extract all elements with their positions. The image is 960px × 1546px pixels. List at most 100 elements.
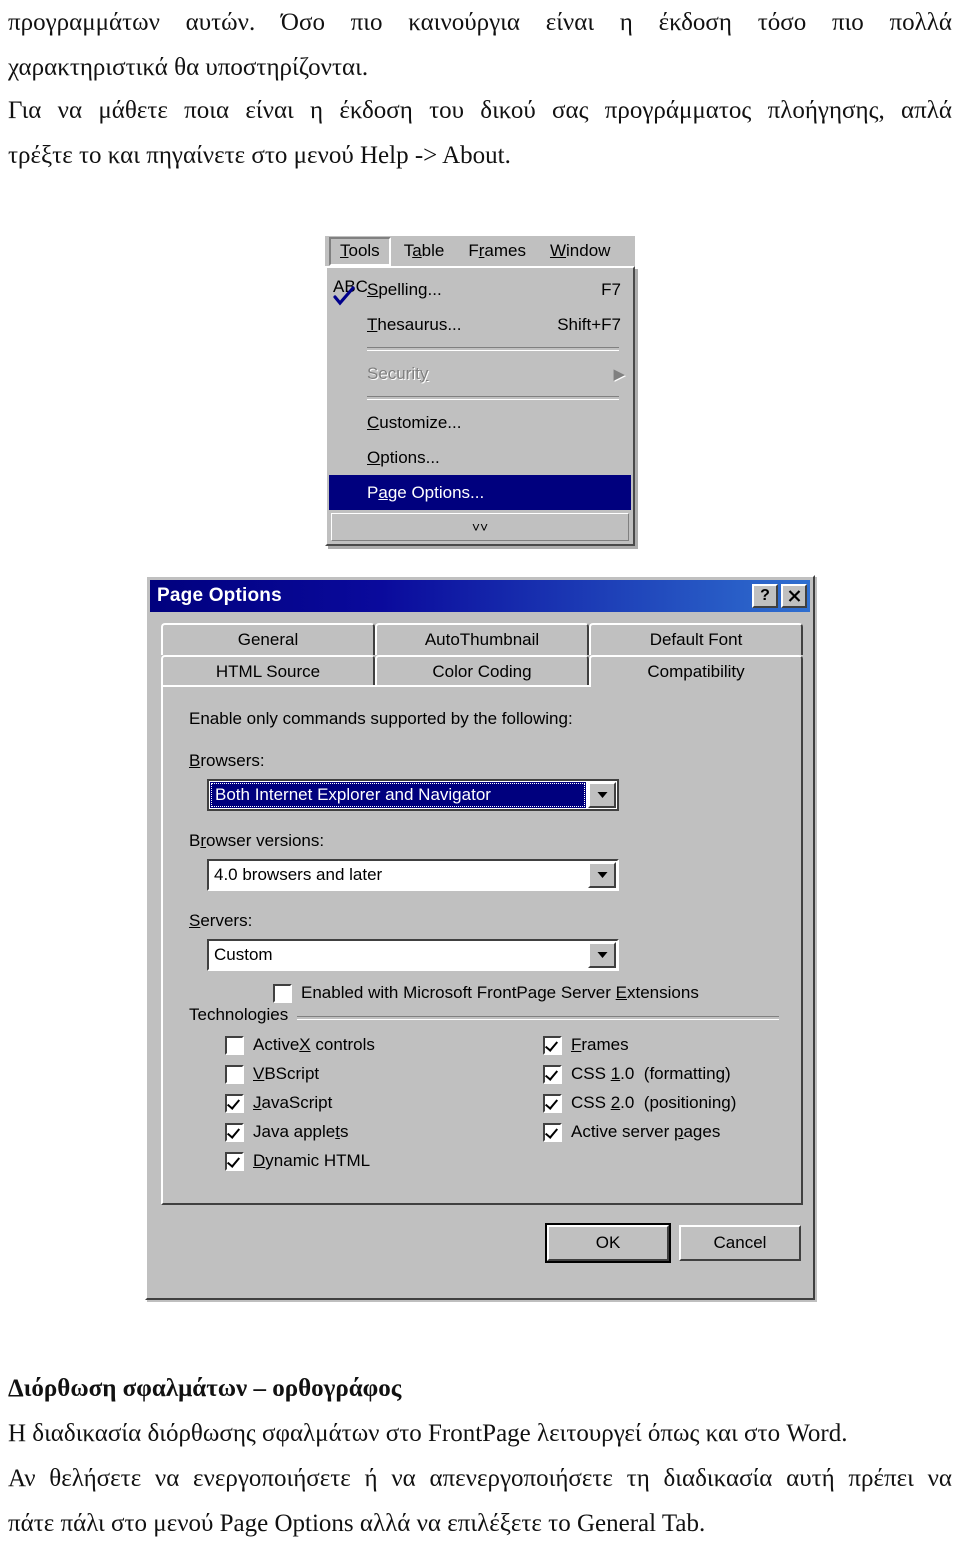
menu-expand-button[interactable]: ˅˅ [331, 513, 629, 541]
menu-item-spelling[interactable]: ABC Spelling... F7 [329, 272, 631, 307]
submenu-arrow-icon: ▶ [613, 365, 625, 383]
dynamic-html-checkbox[interactable] [225, 1151, 244, 1171]
menu-item-security-icon-slot [333, 361, 367, 387]
bottom-line-3: πάτε πάλι στο μενού Page Options αλλά να… [8, 1510, 706, 1537]
browser-versions-combobox[interactable]: 4.0 browsers and later [207, 859, 619, 891]
vbscript-checkbox[interactable] [225, 1064, 244, 1084]
menu-item-thesaurus-icon-slot [333, 312, 367, 338]
servers-combobox[interactable]: Custom [207, 939, 619, 971]
browsers-combobox-value: Both Internet Explorer and Navigator [210, 782, 586, 808]
menu-item-customize-label: Customize... [367, 412, 462, 432]
chevron-down-icon[interactable] [588, 942, 616, 968]
browser-versions-label: Browser versions: [189, 831, 325, 850]
menubar-item-frames[interactable]: Frames [457, 237, 537, 266]
menubar-item-tools-label-rest: ools [348, 240, 380, 260]
intro-line-1: προγραμμάτων αυτών. Όσο πιο καινούργια ε… [8, 9, 952, 36]
vbscript-label: VBScript [253, 1064, 320, 1083]
menu-item-spelling-shortcut: F7 [601, 279, 621, 299]
active-server-pages-checkbox[interactable] [543, 1122, 562, 1142]
chevron-double-down-icon: ˅˅ [471, 519, 489, 535]
css-1-label: CSS 1.0 (formatting) [571, 1064, 731, 1083]
active-server-pages-label: Active server pages [571, 1122, 721, 1141]
menu-item-spelling-label: Spelling... [367, 279, 442, 299]
bottom-line-2: Αν θελήσετε να ενεργοποιήσετε ή να απενε… [8, 1465, 952, 1492]
menu-item-page-options-label: Page Options... [367, 482, 485, 502]
menu-item-options[interactable]: Options... [329, 440, 631, 475]
java-applets-label: Java applets [253, 1122, 349, 1141]
group-divider-line [297, 1016, 779, 1020]
servers-label: Servers: [189, 911, 253, 930]
tab-autothumbnail[interactable]: AutoThumbnail [375, 623, 589, 655]
help-icon[interactable]: ? [752, 584, 778, 608]
menu-item-customize[interactable]: Customize... [329, 405, 631, 440]
tools-menu-widget: Tools Table Frames Window ABC Spelling..… [325, 236, 635, 753]
css-2-label: CSS 2.0 (positioning) [571, 1093, 737, 1112]
css-2-checkbox[interactable] [543, 1093, 562, 1113]
technologies-group-title: Technologies [189, 1005, 297, 1025]
checkbox-row-frames[interactable]: Frames [543, 1035, 629, 1055]
checkbox-row-css1[interactable]: CSS 1.0 (formatting) [543, 1064, 731, 1084]
servers-combobox-value: Custom [214, 945, 273, 964]
compatibility-tab-panel: Enable only commands supported by the fo… [161, 685, 803, 1205]
bottom-text-block: Διόρθωση σφαλμάτων – ορθογράφος Η διαδικ… [8, 1366, 952, 1546]
menu-bar: Tools Table Frames Window [325, 236, 635, 266]
java-applets-checkbox[interactable] [225, 1122, 244, 1142]
menu-item-thesaurus-label: Thesaurus... [367, 314, 462, 334]
checkbox-row-vbscript[interactable]: VBScript [225, 1064, 319, 1084]
spellcheck-abc-icon: ABC [333, 277, 368, 305]
bottom-line-1: Η διαδικασία διόρθωσης σφαλμάτων στο Fro… [8, 1420, 848, 1447]
tools-dropdown-panel: ABC Spelling... F7 Thesaurus... Shift+F7… [325, 266, 635, 753]
dialog-tab-strip: General AutoThumbnail Default Font HTML … [161, 623, 803, 687]
tab-html-source[interactable]: HTML Source [161, 655, 375, 687]
intro-paragraph: προγραμμάτων αυτών. Όσο πιο καινούργια ε… [8, 0, 952, 90]
checkbox-row-java-applets[interactable]: Java applets [225, 1122, 348, 1142]
dynamic-html-label: Dynamic HTML [253, 1151, 371, 1170]
menubar-item-window[interactable]: Window [539, 237, 621, 266]
menu-item-customize-icon-slot [333, 410, 367, 436]
tab-compatibility[interactable]: Compatibility [589, 655, 803, 687]
chevron-down-icon[interactable] [588, 782, 616, 808]
tab-color-coding[interactable]: Color Coding [375, 655, 589, 687]
checkbox-row-activex[interactable]: ActiveX controls [225, 1035, 375, 1055]
cancel-button[interactable]: Cancel [679, 1225, 801, 1261]
server-extensions-label: Enabled with Microsoft FrontPage Server … [301, 983, 699, 1002]
javascript-label: JavaScript [253, 1093, 333, 1112]
about-line-1: Για να μάθετε ποια είναι η έκδοση του δι… [8, 97, 952, 124]
menu-item-options-label: Options... [367, 447, 440, 467]
technologies-group: Technologies ActiveX controls VBScript J… [189, 1005, 779, 1181]
tab-row-top: General AutoThumbnail Default Font [161, 623, 803, 655]
frames-label: Frames [571, 1035, 629, 1054]
server-extensions-checkbox-row[interactable]: Enabled with Microsoft FrontPage Server … [273, 983, 699, 1003]
dialog-title-bar[interactable]: Page Options ? [150, 580, 810, 612]
menu-item-page-options-icon-slot [333, 480, 367, 506]
server-extensions-checkbox[interactable] [273, 983, 292, 1003]
menu-item-thesaurus[interactable]: Thesaurus... Shift+F7 [329, 307, 631, 342]
checkbox-row-asp[interactable]: Active server pages [543, 1122, 720, 1142]
checkbox-row-javascript[interactable]: JavaScript [225, 1093, 332, 1113]
menu-item-security-label: Security [367, 363, 429, 383]
browsers-combobox[interactable]: Both Internet Explorer and Navigator [207, 779, 619, 811]
tab-general[interactable]: General [161, 623, 375, 655]
menu-item-page-options[interactable]: Page Options... [329, 475, 631, 753]
ok-button[interactable]: OK [545, 1223, 671, 1263]
checkbox-row-css2[interactable]: CSS 2.0 (positioning) [543, 1093, 736, 1113]
frames-checkbox[interactable] [543, 1035, 562, 1055]
instruction-label: Enable only commands supported by the fo… [189, 709, 573, 728]
menu-separator-1 [367, 347, 619, 351]
menubar-item-table[interactable]: Table [393, 237, 456, 266]
menubar-item-tools[interactable]: Tools [329, 236, 391, 266]
activex-controls-checkbox[interactable] [225, 1035, 244, 1055]
bottom-heading: Διόρθωση σφαλμάτων – ορθογράφος [8, 1375, 402, 1402]
menu-item-security[interactable]: Security ▶ [329, 356, 631, 391]
browser-versions-combobox-value: 4.0 browsers and later [214, 865, 383, 884]
javascript-checkbox[interactable] [225, 1093, 244, 1113]
tab-default-font[interactable]: Default Font [589, 623, 803, 655]
close-icon[interactable] [781, 584, 807, 608]
dialog-title: Page Options [157, 585, 282, 606]
css-1-checkbox[interactable] [543, 1064, 562, 1084]
tab-row-bottom: HTML Source Color Coding Compatibility [161, 655, 803, 687]
checkbox-row-dynamic-html[interactable]: Dynamic HTML [225, 1151, 370, 1171]
menu-item-options-icon-slot [333, 445, 367, 471]
about-line-2: τρέξτε το και πηγαίνετε στο μενού Help -… [8, 142, 511, 169]
chevron-down-icon[interactable] [588, 862, 616, 888]
